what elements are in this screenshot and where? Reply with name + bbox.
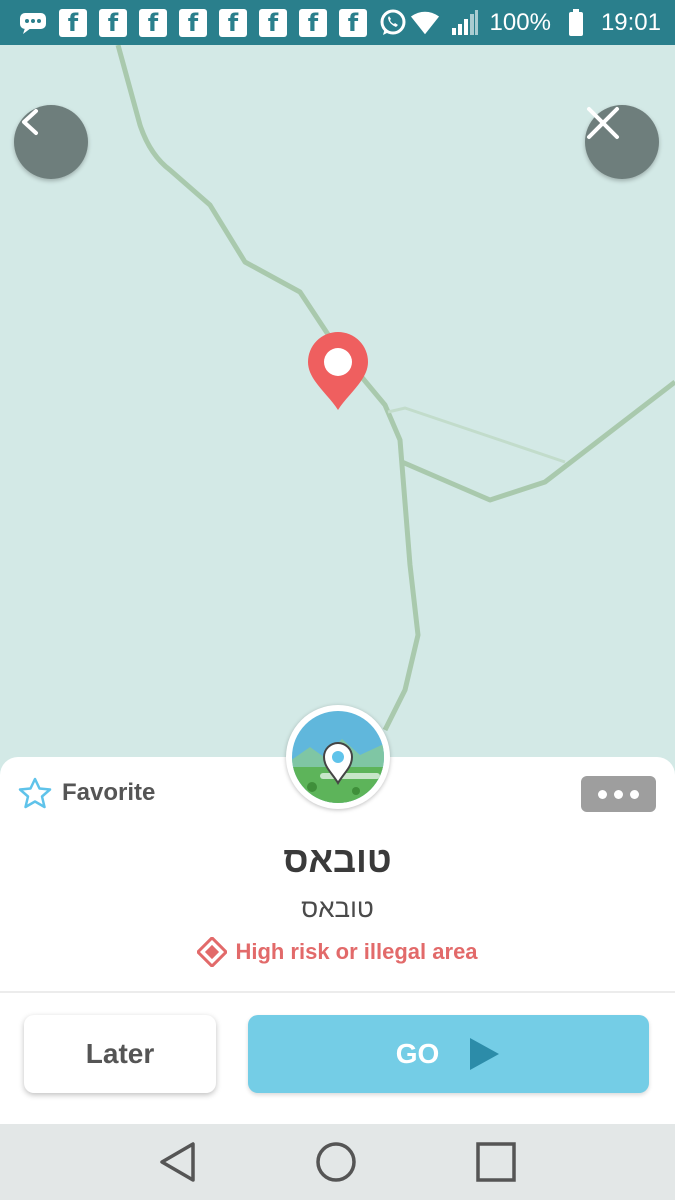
- facebook-glyph: f: [259, 8, 287, 37]
- recents-square-icon[interactable]: [475, 1141, 517, 1183]
- facebook-glyph: f: [339, 8, 367, 37]
- risk-warning: High risk or illegal area: [0, 937, 675, 967]
- warning-diamond-icon: [197, 937, 228, 967]
- divider: [0, 991, 675, 993]
- place-subtitle: טובאס: [301, 893, 374, 923]
- facebook-icon: f: [338, 8, 368, 38]
- go-button[interactable]: GO: [248, 1015, 649, 1093]
- back-triangle-icon[interactable]: [158, 1141, 198, 1183]
- status-bar: f f f f f f f f 100% 19:01: [0, 0, 675, 45]
- system-status: 100% 19:01: [410, 8, 675, 38]
- battery-percent: 100%: [489, 8, 551, 36]
- signal-icon: [450, 8, 480, 38]
- location-pin-icon[interactable]: [306, 332, 370, 414]
- whatsapp-icon: [378, 8, 408, 38]
- favorite-label: Favorite: [62, 779, 156, 806]
- facebook-icon: f: [298, 8, 328, 38]
- map-view[interactable]: [0, 45, 675, 760]
- facebook-glyph: f: [299, 8, 327, 37]
- clock: 19:01: [600, 8, 661, 36]
- more-dot-icon: [630, 789, 639, 799]
- wifi-icon: [410, 8, 440, 38]
- facebook-icon: f: [98, 8, 128, 38]
- close-icon: [587, 107, 619, 139]
- place-sheet: Favorite טובאס טובאס High risk or illega…: [0, 757, 675, 1124]
- later-button[interactable]: Later: [24, 1015, 216, 1093]
- facebook-icon: f: [138, 8, 168, 38]
- more-options-button[interactable]: [581, 776, 656, 812]
- facebook-icon: f: [258, 8, 288, 38]
- facebook-glyph: f: [139, 8, 167, 37]
- facebook-glyph: f: [179, 8, 207, 37]
- facebook-glyph: f: [59, 8, 87, 37]
- facebook-icon: f: [58, 8, 88, 38]
- system-nav-bar: [0, 1124, 675, 1200]
- facebook-glyph: f: [99, 8, 127, 37]
- more-dot-icon: [598, 789, 607, 799]
- facebook-icon: f: [178, 8, 208, 38]
- close-button[interactable]: [585, 105, 659, 179]
- place-title: טובאס: [283, 839, 392, 880]
- go-label: GO: [395, 1038, 440, 1069]
- battery-icon: [561, 8, 591, 38]
- notification-icons: f f f f f f f f: [0, 8, 408, 38]
- warning-text: High risk or illegal area: [235, 939, 478, 964]
- more-dot-icon: [614, 789, 623, 799]
- favorite-button[interactable]: Favorite: [18, 777, 155, 809]
- message-icon: [18, 8, 48, 38]
- facebook-glyph: f: [219, 8, 247, 37]
- place-illustration-icon: [286, 705, 390, 809]
- back-button[interactable]: [14, 105, 88, 179]
- play-arrow-icon: [470, 1038, 500, 1070]
- facebook-icon: f: [218, 8, 248, 38]
- chevron-left-icon: [22, 109, 38, 135]
- home-circle-icon[interactable]: [314, 1140, 358, 1184]
- star-icon: [18, 777, 52, 809]
